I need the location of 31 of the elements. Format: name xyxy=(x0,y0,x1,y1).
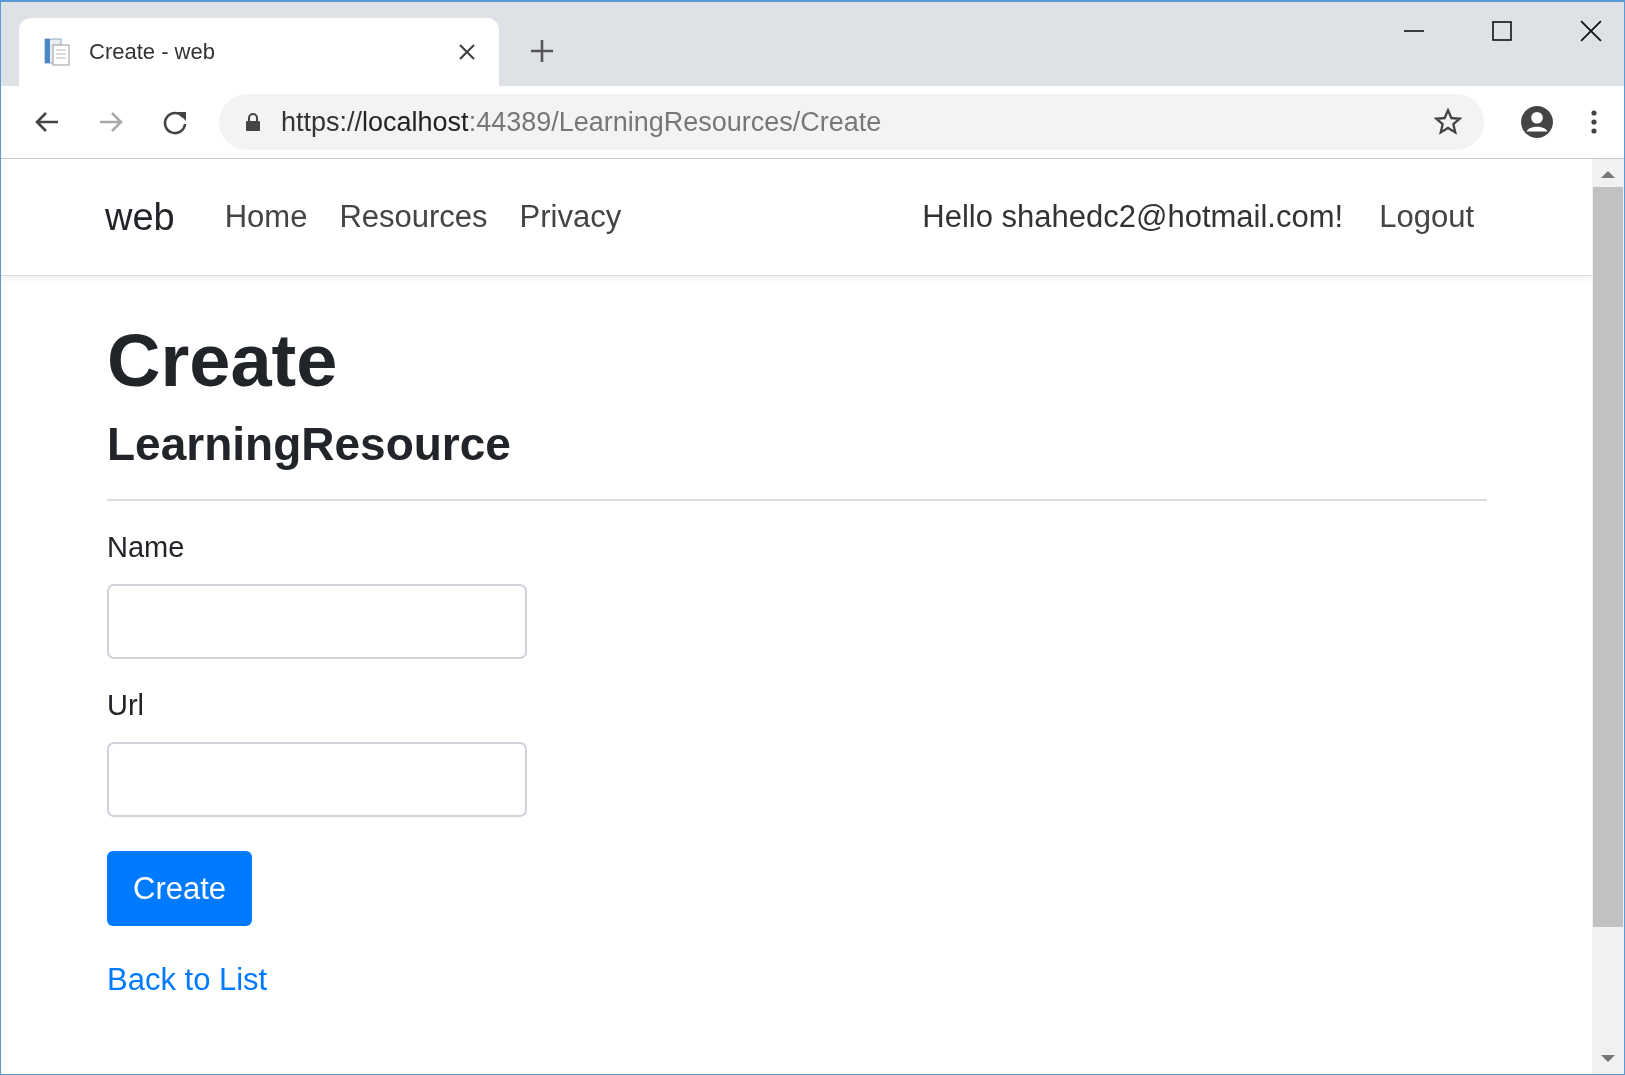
input-field[interactable] xyxy=(107,742,527,817)
address-bar[interactable]: https://localhost:44389/LearningResources/Create xyxy=(219,94,1484,150)
nav-link[interactable]: Resources xyxy=(339,199,488,235)
close-icon[interactable] xyxy=(457,42,477,62)
close-icon[interactable] xyxy=(1580,20,1602,42)
back-link[interactable]: Back to List xyxy=(107,962,268,998)
plus-icon[interactable] xyxy=(529,38,555,64)
page-title: Create xyxy=(107,318,338,403)
url-text: https://localhost:44389/LearningResources/Create xyxy=(281,106,883,138)
star-icon[interactable] xyxy=(1434,108,1462,136)
browser-tab[interactable]: Create - web xyxy=(19,18,499,86)
document-icon xyxy=(41,36,73,68)
nav-link[interactable]: Home xyxy=(224,199,308,235)
scrollbar[interactable] xyxy=(1592,159,1624,1074)
lock-icon xyxy=(245,112,261,132)
brand-link[interactable]: web xyxy=(105,195,175,239)
menu-icon[interactable] xyxy=(1590,108,1598,136)
scroll-up-icon[interactable] xyxy=(1600,169,1616,179)
field-label: Url xyxy=(107,689,145,722)
maximize-icon[interactable] xyxy=(1492,21,1512,41)
scroll-thumb[interactable] xyxy=(1593,187,1623,927)
field-label: Name xyxy=(107,531,185,564)
nav-link[interactable]: Privacy xyxy=(519,199,622,235)
scroll-down-icon[interactable] xyxy=(1600,1054,1616,1064)
page-subtitle: LearningResource xyxy=(107,417,511,471)
account-icon[interactable] xyxy=(1520,105,1554,139)
tab-title: Create - web xyxy=(89,39,216,65)
logout-link[interactable]: Logout xyxy=(1379,199,1474,235)
input-field[interactable] xyxy=(107,584,527,659)
greeting-text: Hello shahedc2@hotmail.com! xyxy=(922,199,1344,235)
create-button[interactable]: Create xyxy=(107,851,253,926)
